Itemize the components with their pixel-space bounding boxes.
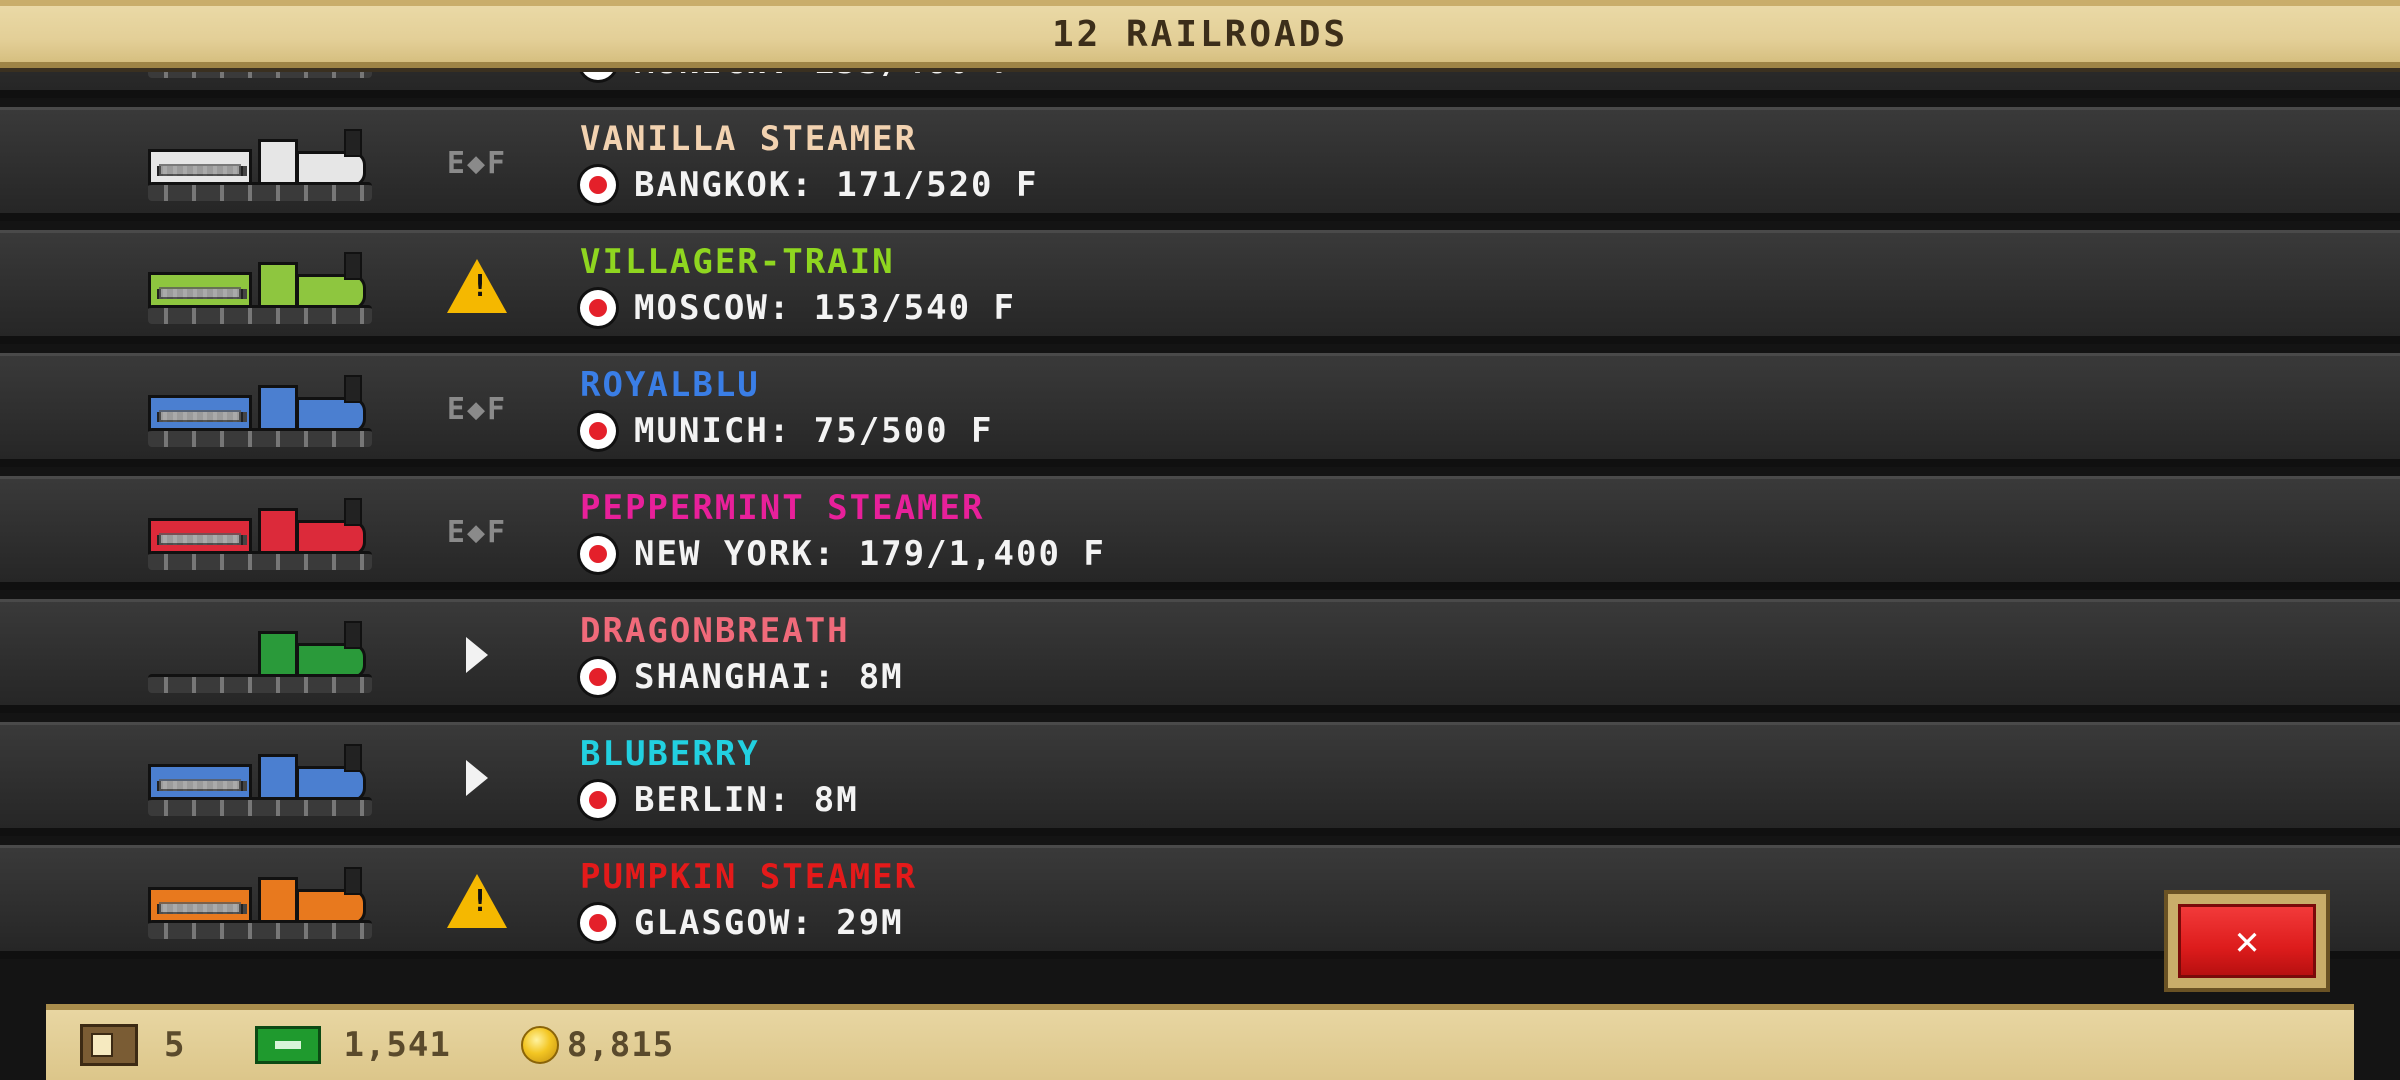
route-text: MOSCOW: 153/540 F xyxy=(634,288,1016,328)
location-pin-icon xyxy=(580,659,616,695)
train-sprite xyxy=(148,127,372,201)
warning-icon: ! xyxy=(442,869,512,933)
train-list[interactable]: E◆FMUNICH: 153/460 FE◆FVANILLA STEAMERBA… xyxy=(0,0,2400,1000)
resource-bar: 5 1,541 8,815 xyxy=(46,1004,2354,1080)
coin-icon xyxy=(520,1026,559,1064)
page-title: 12 RAILROADS xyxy=(1051,13,1349,55)
fuel-gauge-label: E◆F xyxy=(446,391,508,427)
fuel-gauge-icon: E◆F xyxy=(442,377,512,441)
train-row[interactable]: ! PUMPKIN STEAMER GLASGOW: 29M xyxy=(0,845,2400,959)
train-route: BANGKOK: 171/520 F xyxy=(580,165,1038,205)
train-name: PEPPERMINT STEAMER xyxy=(580,488,985,528)
fuel-gauge-label: E◆F xyxy=(446,514,508,550)
depot-stat: 5 xyxy=(80,1024,185,1066)
play-triangle xyxy=(466,760,488,796)
warning-mark: ! xyxy=(471,269,490,304)
train-row[interactable]: E◆F PEPPERMINT STEAMER NEW YORK: 179/1,400… xyxy=(0,476,2400,590)
train-route: MOSCOW: 153/540 F xyxy=(580,288,1016,328)
warning-triangle: ! xyxy=(447,259,507,313)
train-route: SHANGHAI: 8M xyxy=(580,657,904,697)
route-text: MUNICH: 75/500 F xyxy=(634,411,994,451)
train-name: VILLAGER-TRAIN xyxy=(580,242,895,282)
route-text: NEW YORK: 179/1,400 F xyxy=(634,534,1106,574)
train-name: PUMPKIN STEAMER xyxy=(580,857,918,897)
train-route: NEW YORK: 179/1,400 F xyxy=(580,534,1106,574)
train-row[interactable]: DRAGONBREATH SHANGHAI: 8M xyxy=(0,599,2400,713)
header-bar: 12 RAILROADS xyxy=(0,0,2400,68)
train-route: GLASGOW: 29M xyxy=(580,903,904,943)
train-sprite xyxy=(148,496,372,570)
train-sprite xyxy=(148,742,372,816)
coin-stat: 8,815 xyxy=(520,1025,675,1065)
play-icon[interactable] xyxy=(442,746,512,810)
close-button[interactable]: ✕ xyxy=(2164,890,2330,992)
train-row[interactable]: ! VILLAGER-TRAIN MOSCOW: 153/540 F xyxy=(0,230,2400,344)
depot-icon xyxy=(80,1024,138,1066)
play-icon[interactable] xyxy=(442,623,512,687)
train-name: DRAGONBREATH xyxy=(580,611,850,651)
route-text: GLASGOW: 29M xyxy=(634,903,904,943)
train-row[interactable]: E◆F VANILLA STEAMER BANGKOK: 171/520 F xyxy=(0,107,2400,221)
fuel-gauge-icon: E◆F xyxy=(442,500,512,564)
railroads-screen: E◆FMUNICH: 153/460 FE◆FVANILLA STEAMERBA… xyxy=(0,0,2400,1080)
warning-mark: ! xyxy=(471,884,490,919)
close-icon[interactable]: ✕ xyxy=(2178,904,2316,978)
location-pin-icon xyxy=(580,413,616,449)
train-route: MUNICH: 75/500 F xyxy=(580,411,994,451)
train-sprite xyxy=(148,619,372,693)
location-pin-icon xyxy=(580,905,616,941)
play-triangle xyxy=(466,637,488,673)
coin-amount: 8,815 xyxy=(566,1025,675,1065)
warning-icon: ! xyxy=(442,254,512,318)
train-sprite xyxy=(148,865,372,939)
route-text: SHANGHAI: 8M xyxy=(634,657,904,697)
cash-stat: 1,541 xyxy=(255,1025,450,1065)
fuel-gauge-icon: E◆F xyxy=(442,131,512,195)
train-row[interactable]: E◆F ROYALBLU MUNICH: 75/500 F xyxy=(0,353,2400,467)
cash-icon xyxy=(255,1026,322,1064)
location-pin-icon xyxy=(580,167,616,203)
cash-amount: 1,541 xyxy=(343,1025,451,1065)
depot-count: 5 xyxy=(164,1025,186,1065)
train-name: BLUBERRY xyxy=(580,734,760,774)
train-row[interactable]: BLUBERRY BERLIN: 8M xyxy=(0,722,2400,836)
train-sprite xyxy=(148,250,372,324)
train-route: BERLIN: 8M xyxy=(580,780,859,820)
location-pin-icon xyxy=(580,782,616,818)
train-name: VANILLA STEAMER xyxy=(580,119,918,159)
warning-triangle: ! xyxy=(447,874,507,928)
fuel-gauge-label: E◆F xyxy=(446,145,508,181)
train-name: ROYALBLU xyxy=(580,365,760,405)
location-pin-icon xyxy=(580,290,616,326)
route-text: BERLIN: 8M xyxy=(634,780,859,820)
location-pin-icon xyxy=(580,536,616,572)
train-sprite xyxy=(148,373,372,447)
route-text: BANGKOK: 171/520 F xyxy=(634,165,1039,205)
